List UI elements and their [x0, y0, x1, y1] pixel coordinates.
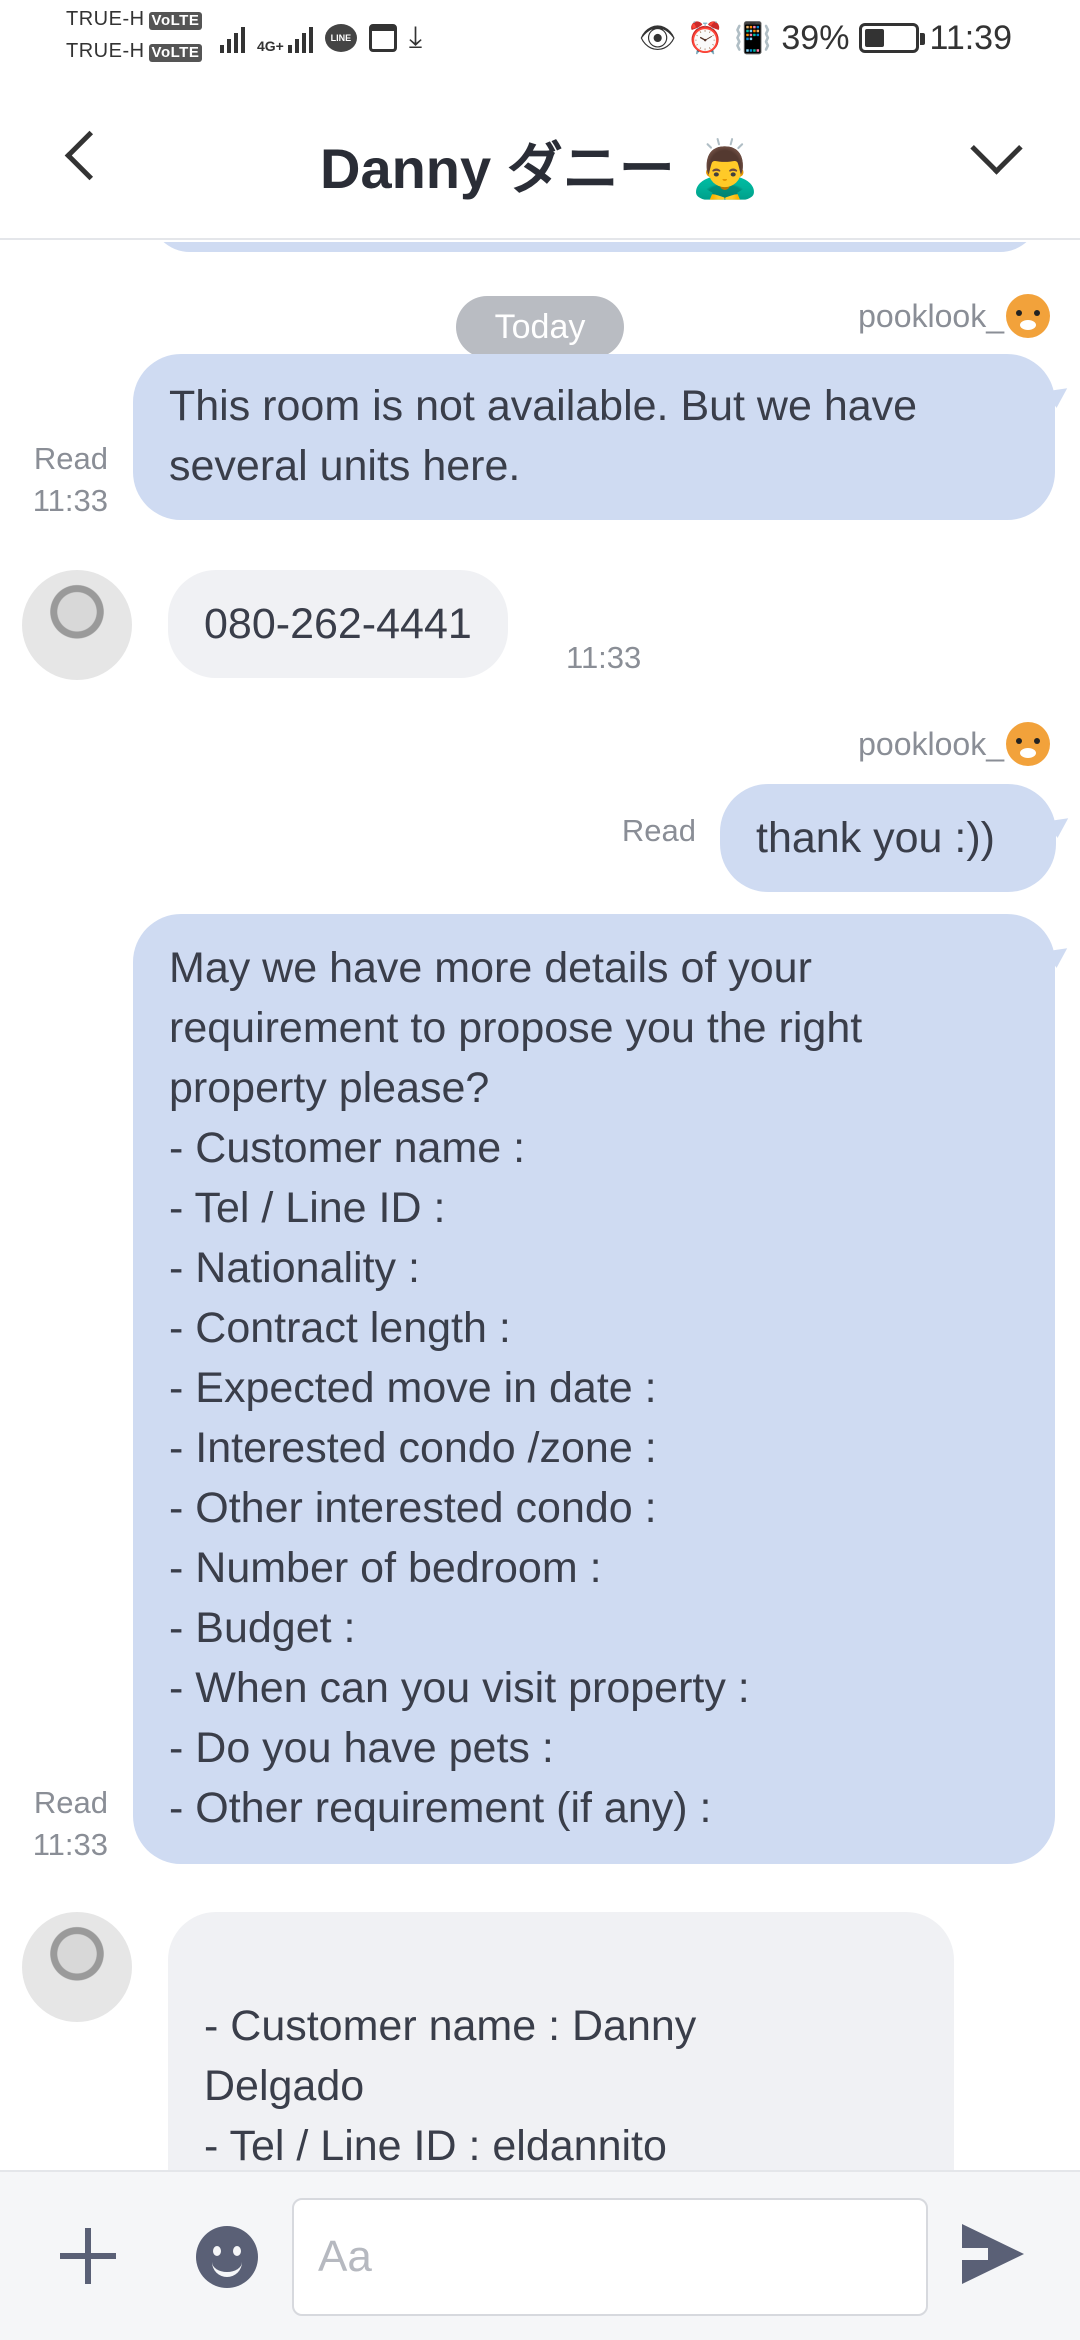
message-bubble-incoming[interactable]: 080-262-4441 [168, 570, 508, 678]
line-badge-label: LINE [330, 33, 352, 43]
previous-message-bubble [150, 242, 1040, 252]
sender-name: pooklook_ [858, 294, 1050, 338]
chat-screen: TRUE-H VoLTE TRUE-H VoLTE 4G+ LINE ⤓ 👁 ⏰ 📳… [0, 0, 1080, 2340]
status-bar: TRUE-H VoLTE TRUE-H VoLTE 4G+ LINE ⤓ 👁 ⏰ 📳… [0, 0, 1080, 80]
calendar-icon [368, 24, 397, 52]
vibrate-icon: 📳 [734, 21, 772, 55]
message-bubble-outgoing[interactable]: May we have more details of your require… [133, 914, 1055, 1864]
message-meta: Read 11:33 [10, 438, 108, 522]
line-app-icon: LINE [324, 24, 357, 52]
download-icon: ⤓ [408, 21, 423, 54]
sender-name: pooklook_ [858, 722, 1050, 766]
read-receipt: Read [621, 813, 696, 848]
message-meta: Read 11:33 [10, 1782, 108, 1866]
tiger-avatar-icon [1006, 294, 1050, 338]
eye-icon: 👁 [638, 21, 677, 55]
tiger-avatar-icon [1006, 722, 1050, 766]
signal-icon [220, 23, 245, 53]
carrier-1-name: TRUE-H [66, 8, 145, 30]
alarm-icon: ⏰ [686, 21, 725, 55]
battery-icon [859, 23, 926, 53]
sender-name-text: pooklook_ [858, 725, 1004, 762]
clock: 11:39 [929, 18, 1012, 57]
avatar[interactable] [22, 1912, 132, 2022]
message-bubble-outgoing[interactable]: thank you :)) [720, 784, 1056, 892]
message-input-bar [0, 2170, 1080, 2340]
carrier-2-name: TRUE-H [66, 40, 145, 62]
volte-badge: VoLTE [148, 12, 203, 30]
emoji-icon[interactable] [196, 2226, 258, 2288]
plus-icon[interactable] [56, 2224, 120, 2288]
chevron-down-icon[interactable] [964, 122, 1024, 182]
battery-percent: 39% [781, 18, 850, 57]
message-input[interactable] [292, 2198, 928, 2316]
date-separator: Today [456, 296, 624, 358]
chat-title: Danny ダニー 🙇‍♂️ [320, 137, 760, 200]
status-icons-left: 4G+ LINE ⤓ [220, 18, 422, 58]
network-signal: 4G+ [257, 23, 313, 53]
volte-badge-2: VoLTE [148, 44, 203, 62]
message-list[interactable]: Today pooklook_ This room is not availab… [0, 242, 1080, 2170]
message-bubble-outgoing[interactable]: This room is not available. But we have … [133, 354, 1055, 520]
read-receipt: Read [33, 1785, 108, 1820]
status-icons-right: 👁 ⏰ 📳 39% 11:39 [639, 16, 1012, 60]
battery-fill [865, 29, 885, 47]
message-bubble-incoming[interactable]: - Customer name : Danny Delgado - Tel / … [168, 1912, 954, 2170]
message-time: 11:33 [32, 483, 108, 518]
message-time: 11:33 [566, 640, 642, 675]
carrier-2: TRUE-H VoLTE [66, 40, 203, 63]
message-time: 11:33 [32, 1827, 108, 1862]
send-icon[interactable] [958, 2218, 1030, 2290]
sender-name-text: pooklook_ [858, 297, 1004, 334]
signal-icon-2 [287, 23, 313, 53]
chat-header: Danny ダニー 🙇‍♂️ [0, 80, 1080, 240]
network-type: 4G+ [257, 38, 284, 54]
carrier-1: TRUE-H VoLTE [66, 8, 203, 31]
avatar[interactable] [22, 570, 132, 680]
read-receipt: Read [33, 441, 108, 476]
